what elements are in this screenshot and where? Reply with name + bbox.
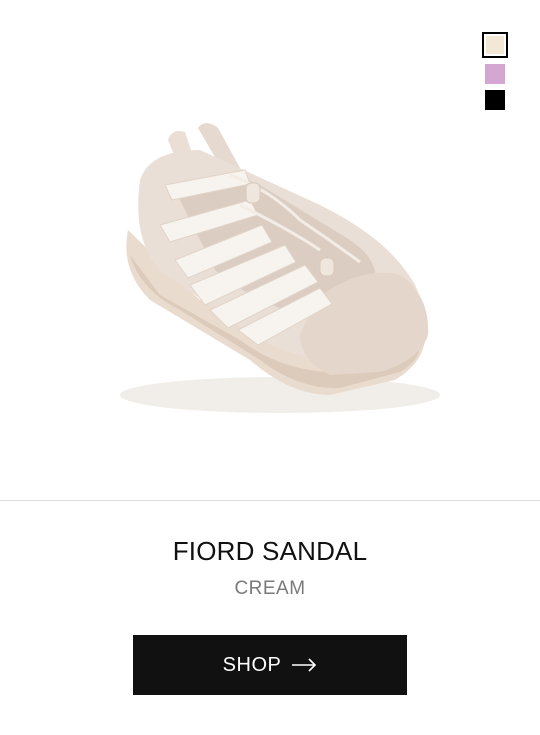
shop-button[interactable]: SHOP [133, 635, 407, 695]
product-name: FIORD SANDAL [172, 536, 368, 566]
swatch-lilac[interactable] [485, 64, 505, 84]
product-image-area [0, 0, 540, 500]
divider [0, 500, 540, 501]
arrow-right-icon [292, 658, 317, 672]
sandal-product-image [120, 123, 440, 413]
shop-button-label: SHOP [222, 653, 282, 676]
product-color: CREAM [234, 578, 306, 599]
color-swatches [482, 32, 508, 110]
swatch-black[interactable] [485, 90, 505, 110]
swatch-cream[interactable] [482, 32, 508, 58]
swatch-cream-fill [486, 36, 504, 54]
